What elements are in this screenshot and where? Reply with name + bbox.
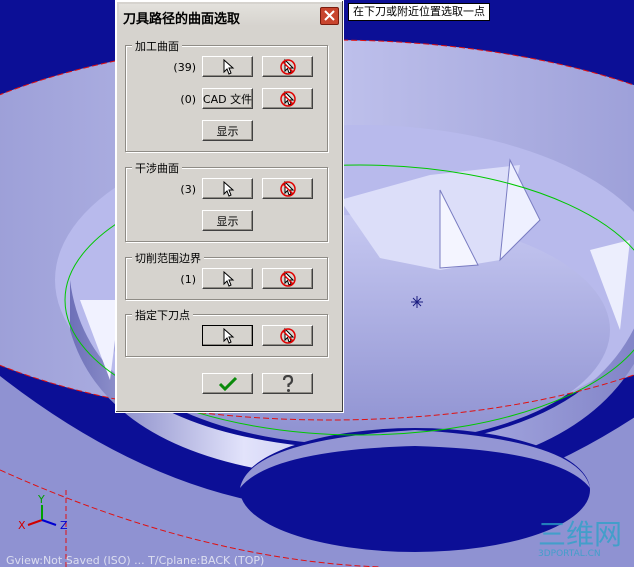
cursor-arrow-icon [223, 270, 234, 287]
clear-check-surfaces-button[interactable] [262, 178, 313, 199]
watermark-subtext: 3DPORTAL.CN [538, 549, 601, 558]
clear-cad-file-button[interactable] [262, 88, 313, 109]
check-surface-count: (3) [180, 183, 196, 196]
cursor-cancel-icon [279, 327, 296, 344]
clear-machining-surfaces-button[interactable] [262, 56, 313, 77]
group-label-containment: 切削范围边界 [132, 250, 204, 266]
group-label-entry: 指定下刀点 [132, 307, 193, 323]
clear-containment-button[interactable] [262, 268, 313, 289]
cursor-arrow-icon [223, 180, 234, 197]
cursor-cancel-icon [279, 90, 296, 107]
dialog-title: 刀具路径的曲面选取 [123, 12, 241, 27]
group-entry-point: 指定下刀点 [125, 307, 328, 357]
show-check-surfaces-button[interactable]: 显示 [202, 210, 253, 231]
containment-count: (1) [180, 273, 196, 286]
show-machining-surfaces-button[interactable]: 显示 [202, 120, 253, 141]
question-mark-icon [282, 374, 293, 392]
surface-selection-dialog: 刀具路径的曲面选取 加工曲面 (39) (0) CAD 文件 显示 干涉曲面 (… [115, 0, 344, 413]
cursor-arrow-icon [223, 58, 234, 75]
group-label-check: 干涉曲面 [132, 160, 182, 176]
select-entry-point-button[interactable] [202, 325, 253, 346]
axis-label-y: Y [37, 493, 45, 506]
status-bar: Gview:Not Saved (ISO) ... T/Cplane:BACK … [6, 554, 265, 567]
close-button[interactable] [320, 7, 339, 25]
checkmark-icon [218, 376, 237, 391]
watermark-text: 三维网 [538, 518, 622, 551]
cursor-cancel-icon [279, 270, 296, 287]
select-check-surfaces-button[interactable] [202, 178, 253, 199]
group-machining-surfaces: 加工曲面 (39) (0) CAD 文件 显示 [125, 38, 328, 152]
cad-file-count: (0) [180, 93, 196, 106]
group-check-surfaces: 干涉曲面 (3) 显示 [125, 160, 328, 242]
cursor-arrow-icon [223, 327, 234, 344]
axis-label-x: X [18, 519, 26, 532]
dialog-titlebar[interactable]: 刀具路径的曲面选取 [119, 4, 340, 27]
select-machining-surfaces-button[interactable] [202, 56, 253, 77]
machining-surface-count: (39) [173, 61, 196, 74]
cursor-cancel-icon [279, 180, 296, 197]
cursor-cancel-icon [279, 58, 296, 75]
help-button[interactable] [262, 373, 313, 394]
group-label-machining: 加工曲面 [132, 38, 182, 54]
ok-button[interactable] [202, 373, 253, 394]
close-icon [324, 10, 335, 21]
group-containment-boundary: 切削范围边界 (1) [125, 250, 328, 300]
axis-label-z: Z [60, 519, 68, 532]
watermark-logo: 三维网 3DPORTAL.CN [538, 518, 622, 558]
clear-entry-point-button[interactable] [262, 325, 313, 346]
cad-file-button[interactable]: CAD 文件 [202, 88, 253, 109]
select-containment-button[interactable] [202, 268, 253, 289]
prompt-message: 在下刀或附近位置选取一点 [348, 3, 490, 21]
